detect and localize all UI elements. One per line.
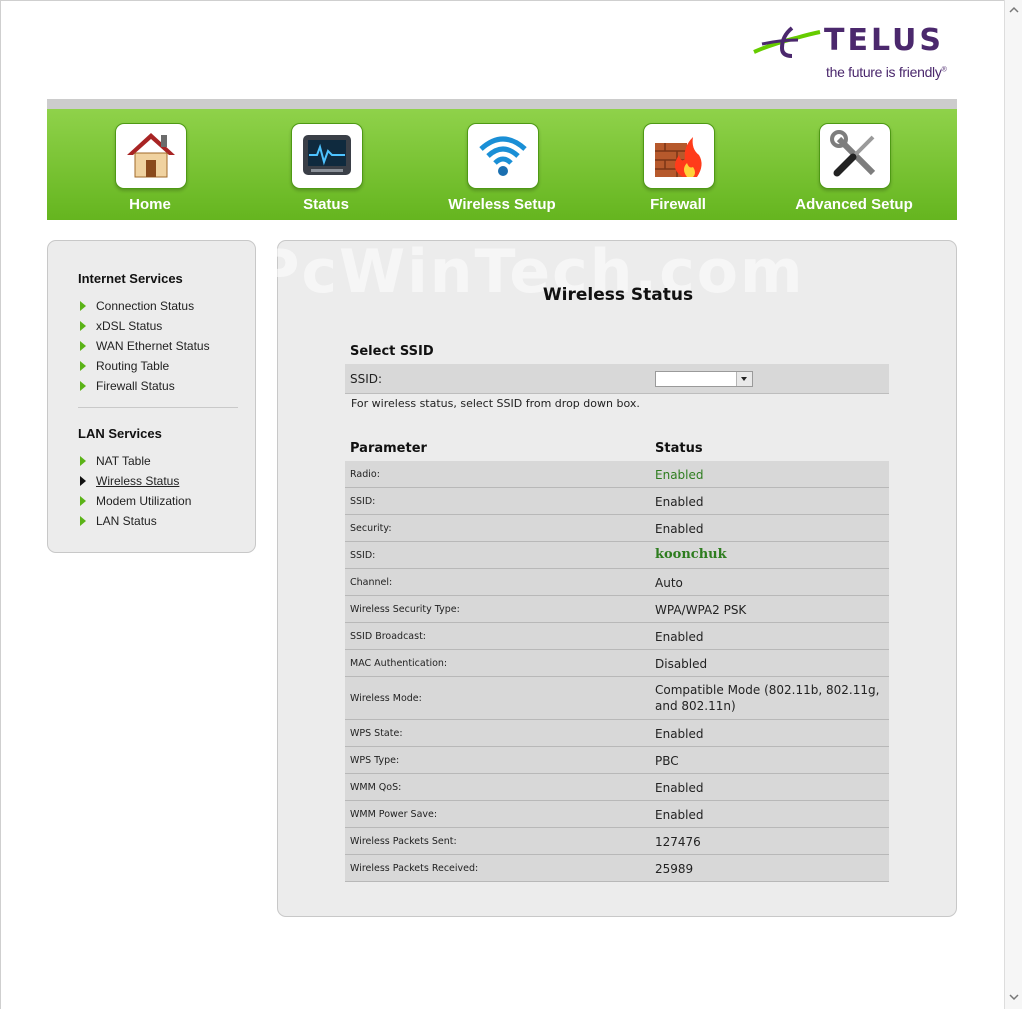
param-packets-sent: Wireless Packets Sent:: [350, 836, 457, 847]
status-packets-sent: 127476: [655, 835, 701, 849]
status-ssid-name: koonchuk: [655, 547, 727, 562]
arrow-right-icon: [80, 476, 86, 486]
param-radio: Radio:: [350, 469, 380, 480]
table-row: Wireless Mode: Compatible Mode (802.11b, …: [345, 677, 889, 720]
page-title: Wireless Status: [542, 285, 694, 305]
main-navbar: Home Status Wireless Setup Firewall Adva…: [47, 109, 957, 220]
table-row: Security: Enabled: [345, 515, 889, 542]
sidebar-item-label: xDSL Status: [96, 319, 163, 333]
chevron-down-icon: [741, 377, 747, 381]
arrow-right-icon: [80, 321, 86, 331]
sidebar-item-label: Modem Utilization: [96, 494, 192, 508]
table-row: WMM Power Save: Enabled: [345, 801, 889, 828]
status-wps-state: Enabled: [655, 727, 704, 741]
table-row: WMM QoS: Enabled: [345, 774, 889, 801]
table-row: SSID Broadcast: Enabled: [345, 623, 889, 650]
status-channel: Auto: [655, 576, 683, 590]
param-channel: Channel:: [350, 577, 393, 588]
tools-icon: [819, 123, 891, 189]
ssid-label: SSID:: [350, 372, 383, 386]
select-ssid-title: Select SSID: [350, 344, 434, 359]
telus-logo: TELUS the future is friendly®: [752, 22, 962, 84]
table-row: SSID: koonchuk: [345, 542, 889, 569]
param-packets-received: Wireless Packets Received:: [350, 863, 479, 874]
sidebar-item-label: LAN Status: [96, 514, 157, 528]
param-ssid-name: SSID:: [350, 550, 376, 561]
brand-name: TELUS: [824, 23, 944, 58]
column-header-parameter: Parameter: [350, 441, 427, 456]
firewall-icon: [643, 123, 715, 189]
nav-advanced-setup[interactable]: Advanced Setup: [751, 109, 927, 220]
table-row: Wireless Packets Received: 25989: [345, 855, 889, 882]
status-wmm-power-save: Enabled: [655, 808, 704, 822]
sidebar-heading-lan-services: LAN Services: [78, 426, 162, 441]
arrow-right-icon: [80, 341, 86, 351]
main-content: PcWinTech.com Wireless Status Select SSI…: [255, 237, 957, 917]
status-wmm-qos: Enabled: [655, 781, 704, 795]
table-row: WPS Type: PBC: [345, 747, 889, 774]
house-icon: [115, 123, 187, 189]
sidebar-divider: [78, 407, 238, 408]
arrow-right-icon: [80, 381, 86, 391]
param-mac-authentication: MAC Authentication:: [350, 658, 448, 669]
param-wmm-power-save: WMM Power Save:: [350, 809, 438, 820]
nav-firewall[interactable]: Firewall: [575, 109, 751, 220]
param-ssid-state: SSID:: [350, 496, 376, 507]
monitor-icon: [291, 123, 363, 189]
sidebar-item-label: Wireless Status: [96, 474, 180, 488]
status-packets-received: 25989: [655, 862, 694, 876]
brand-tagline: the future is friendly®: [826, 64, 947, 80]
nav-home[interactable]: Home: [47, 109, 223, 220]
table-row: Channel: Auto: [345, 569, 889, 596]
dropdown-arrow-button[interactable]: [736, 372, 752, 386]
sidebar-item-label: Routing Table: [96, 359, 170, 373]
nav-status[interactable]: Status: [223, 109, 399, 220]
sidebar-item-label: Connection Status: [96, 299, 195, 313]
ssid-select-row: SSID:: [345, 364, 889, 394]
telus-globe-icon: [753, 26, 821, 58]
column-header-status: Status: [655, 441, 703, 456]
arrow-right-icon: [80, 496, 86, 506]
table-row: Radio: Enabled: [345, 461, 889, 488]
status-security: Enabled: [655, 522, 704, 536]
param-wps-type: WPS Type:: [350, 755, 400, 766]
table-row: Wireless Packets Sent: 127476: [345, 828, 889, 855]
table-row: MAC Authentication: Disabled: [345, 650, 889, 677]
status-ssid-broadcast: Enabled: [655, 630, 704, 644]
param-wmm-qos: WMM QoS:: [350, 782, 402, 793]
sidebar-item-label: Firewall Status: [96, 379, 175, 393]
sidebar-item-label: NAT Table: [96, 454, 151, 468]
sidebar-heading-internet-services: Internet Services: [78, 271, 183, 286]
sidebar: Internet Services Connection Status xDSL…: [47, 240, 256, 553]
status-wps-type: PBC: [655, 754, 679, 768]
arrow-right-icon: [80, 301, 86, 311]
table-row: Wireless Security Type: WPA/WPA2 PSK: [345, 596, 889, 623]
ssid-dropdown[interactable]: [655, 371, 753, 387]
param-wps-state: WPS State:: [350, 728, 403, 739]
sidebar-item-label: WAN Ethernet Status: [96, 339, 210, 353]
table-row: WPS State: Enabled: [345, 720, 889, 747]
nav-wireless-setup[interactable]: Wireless Setup: [399, 109, 575, 220]
table-row: SSID: Enabled: [345, 488, 889, 515]
status-radio: Enabled: [655, 468, 704, 482]
status-ssid-state: Enabled: [655, 495, 704, 509]
wifi-icon: [467, 123, 539, 189]
nav-label-advanced-setup: Advanced Setup: [795, 196, 913, 213]
status-security-type: WPA/WPA2 PSK: [655, 603, 747, 617]
param-wireless-mode: Wireless Mode:: [350, 693, 422, 704]
scroll-up-arrow-icon[interactable]: [1008, 4, 1020, 16]
vertical-scrollbar[interactable]: [1004, 0, 1022, 1009]
status-mac-authentication: Disabled: [655, 657, 708, 671]
scroll-down-arrow-icon[interactable]: [1008, 991, 1020, 1003]
arrow-right-icon: [80, 456, 86, 466]
trademark: ®: [941, 66, 947, 74]
param-security-type: Wireless Security Type:: [350, 604, 460, 615]
status-wireless-mode: Compatible Mode (802.11b, 802.11g, and 8…: [655, 683, 880, 713]
ssid-hint-text: For wireless status, select SSID from dr…: [351, 397, 640, 410]
arrow-right-icon: [80, 516, 86, 526]
param-security: Security:: [350, 523, 392, 534]
param-ssid-broadcast: SSID Broadcast:: [350, 631, 426, 642]
arrow-right-icon: [80, 361, 86, 371]
